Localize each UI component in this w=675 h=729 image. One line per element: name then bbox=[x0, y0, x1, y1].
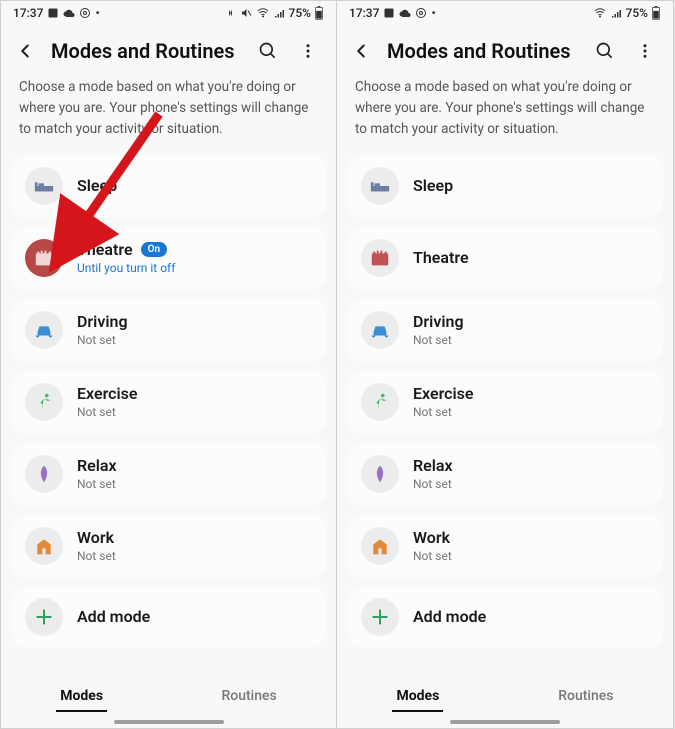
page-title: Modes and Routines bbox=[51, 39, 242, 63]
mode-item-work[interactable]: Work Not set bbox=[11, 514, 326, 578]
mode-label: Theatre bbox=[413, 248, 469, 267]
mode-item-exercise[interactable]: Exercise Not set bbox=[347, 370, 663, 434]
nav-handle[interactable] bbox=[114, 720, 224, 724]
mode-sublabel: Not set bbox=[413, 405, 474, 419]
mode-sublabel: Not set bbox=[77, 333, 128, 347]
status-time: 17:37 bbox=[13, 6, 43, 20]
mode-sublabel: Until you turn it off bbox=[77, 261, 175, 275]
wifi-icon bbox=[593, 7, 607, 19]
work-icon bbox=[361, 527, 399, 565]
plus-icon bbox=[361, 598, 399, 636]
status-dot: • bbox=[95, 6, 99, 20]
image-icon bbox=[47, 7, 59, 19]
cloud-icon bbox=[63, 7, 75, 19]
theatre-icon bbox=[361, 239, 399, 277]
modes-list: Sleep Theatre Driving Not set Exercise N… bbox=[337, 154, 673, 676]
exercise-icon bbox=[25, 383, 63, 421]
mode-item-work[interactable]: Work Not set bbox=[347, 514, 663, 578]
mode-item-sleep[interactable]: Sleep bbox=[347, 154, 663, 218]
camera-icon bbox=[79, 7, 91, 19]
mode-item-theatre[interactable]: Theatre bbox=[347, 226, 663, 290]
bottom-tabs: Modes Routines bbox=[1, 676, 336, 714]
mode-label: Add mode bbox=[77, 607, 150, 626]
sleep-icon bbox=[25, 167, 63, 205]
work-icon bbox=[25, 527, 63, 565]
mode-item-relax[interactable]: Relax Not set bbox=[347, 442, 663, 506]
back-button[interactable] bbox=[347, 37, 375, 65]
driving-icon bbox=[25, 311, 63, 349]
sleep-icon bbox=[361, 167, 399, 205]
mode-item-add[interactable]: Add mode bbox=[11, 586, 326, 648]
mode-label: Relax bbox=[77, 456, 117, 475]
mode-label: Driving bbox=[413, 312, 464, 331]
mode-label: Add mode bbox=[413, 607, 486, 626]
cloud-icon bbox=[399, 7, 411, 19]
battery-percent: 75% bbox=[289, 6, 311, 20]
page-description: Choose a mode based on what you're doing… bbox=[1, 77, 336, 154]
driving-icon bbox=[361, 311, 399, 349]
mode-label: Exercise bbox=[413, 384, 474, 403]
mode-item-driving[interactable]: Driving Not set bbox=[347, 298, 663, 362]
plus-icon bbox=[25, 598, 63, 636]
mode-label: Sleep bbox=[413, 176, 453, 195]
bottom-tabs: Modes Routines bbox=[337, 676, 673, 714]
on-badge: On bbox=[141, 242, 167, 257]
modes-list: Sleep Theatre On Until you turn it off D… bbox=[1, 154, 336, 676]
mode-label: Work bbox=[77, 528, 116, 547]
camera-icon bbox=[415, 7, 427, 19]
tab-routines[interactable]: Routines bbox=[554, 682, 617, 712]
image-icon bbox=[383, 7, 395, 19]
battery-percent: 75% bbox=[626, 6, 648, 20]
page-title: Modes and Routines bbox=[387, 39, 579, 63]
relax-icon bbox=[361, 455, 399, 493]
mode-item-sleep[interactable]: Sleep bbox=[11, 154, 326, 218]
tab-routines[interactable]: Routines bbox=[217, 682, 280, 712]
status-bar: 17:37 • 75% bbox=[1, 1, 336, 25]
status-bar: 17:37 • 75% bbox=[337, 1, 673, 25]
mode-sublabel: Not set bbox=[413, 549, 452, 563]
battery-icon bbox=[651, 6, 661, 20]
mode-label: Theatre On bbox=[77, 240, 175, 259]
relax-icon bbox=[25, 455, 63, 493]
mode-sublabel: Not set bbox=[77, 549, 116, 563]
mode-item-theatre[interactable]: Theatre On Until you turn it off bbox=[11, 226, 326, 290]
mode-label: Exercise bbox=[77, 384, 138, 403]
page-description: Choose a mode based on what you're doing… bbox=[337, 77, 673, 154]
search-button[interactable] bbox=[254, 37, 282, 65]
mode-sublabel: Not set bbox=[77, 405, 138, 419]
mode-label: Driving bbox=[77, 312, 128, 331]
more-button[interactable] bbox=[631, 37, 659, 65]
app-header: Modes and Routines bbox=[1, 25, 336, 77]
mode-label: Relax bbox=[413, 456, 453, 475]
mode-item-add[interactable]: Add mode bbox=[347, 586, 663, 648]
search-button[interactable] bbox=[591, 37, 619, 65]
signal-icon bbox=[273, 7, 286, 19]
mute-icon bbox=[240, 7, 253, 19]
exercise-icon bbox=[361, 383, 399, 421]
theatre-icon bbox=[25, 239, 63, 277]
more-button[interactable] bbox=[294, 37, 322, 65]
wifi-icon bbox=[256, 7, 270, 19]
mode-sublabel: Not set bbox=[413, 477, 453, 491]
status-dot: • bbox=[431, 6, 435, 20]
battery-icon bbox=[314, 6, 324, 20]
mode-item-relax[interactable]: Relax Not set bbox=[11, 442, 326, 506]
mode-label: Work bbox=[413, 528, 452, 547]
vibrate-icon bbox=[224, 7, 237, 19]
mode-sublabel: Not set bbox=[413, 333, 464, 347]
tab-modes[interactable]: Modes bbox=[56, 682, 107, 712]
mode-item-driving[interactable]: Driving Not set bbox=[11, 298, 326, 362]
back-button[interactable] bbox=[11, 37, 39, 65]
status-time: 17:37 bbox=[349, 6, 379, 20]
mode-item-exercise[interactable]: Exercise Not set bbox=[11, 370, 326, 434]
signal-icon bbox=[610, 7, 623, 19]
app-header: Modes and Routines bbox=[337, 25, 673, 77]
phone-left: 17:37 • 75% Modes and Routines Choose a … bbox=[0, 0, 337, 729]
phone-right: 17:37 • 75% Modes and Routines Choose a … bbox=[337, 0, 674, 729]
nav-handle[interactable] bbox=[450, 720, 560, 724]
mode-label: Sleep bbox=[77, 176, 117, 195]
mode-sublabel: Not set bbox=[77, 477, 117, 491]
tab-modes[interactable]: Modes bbox=[392, 682, 443, 712]
mode-label-text: Theatre bbox=[77, 240, 133, 259]
